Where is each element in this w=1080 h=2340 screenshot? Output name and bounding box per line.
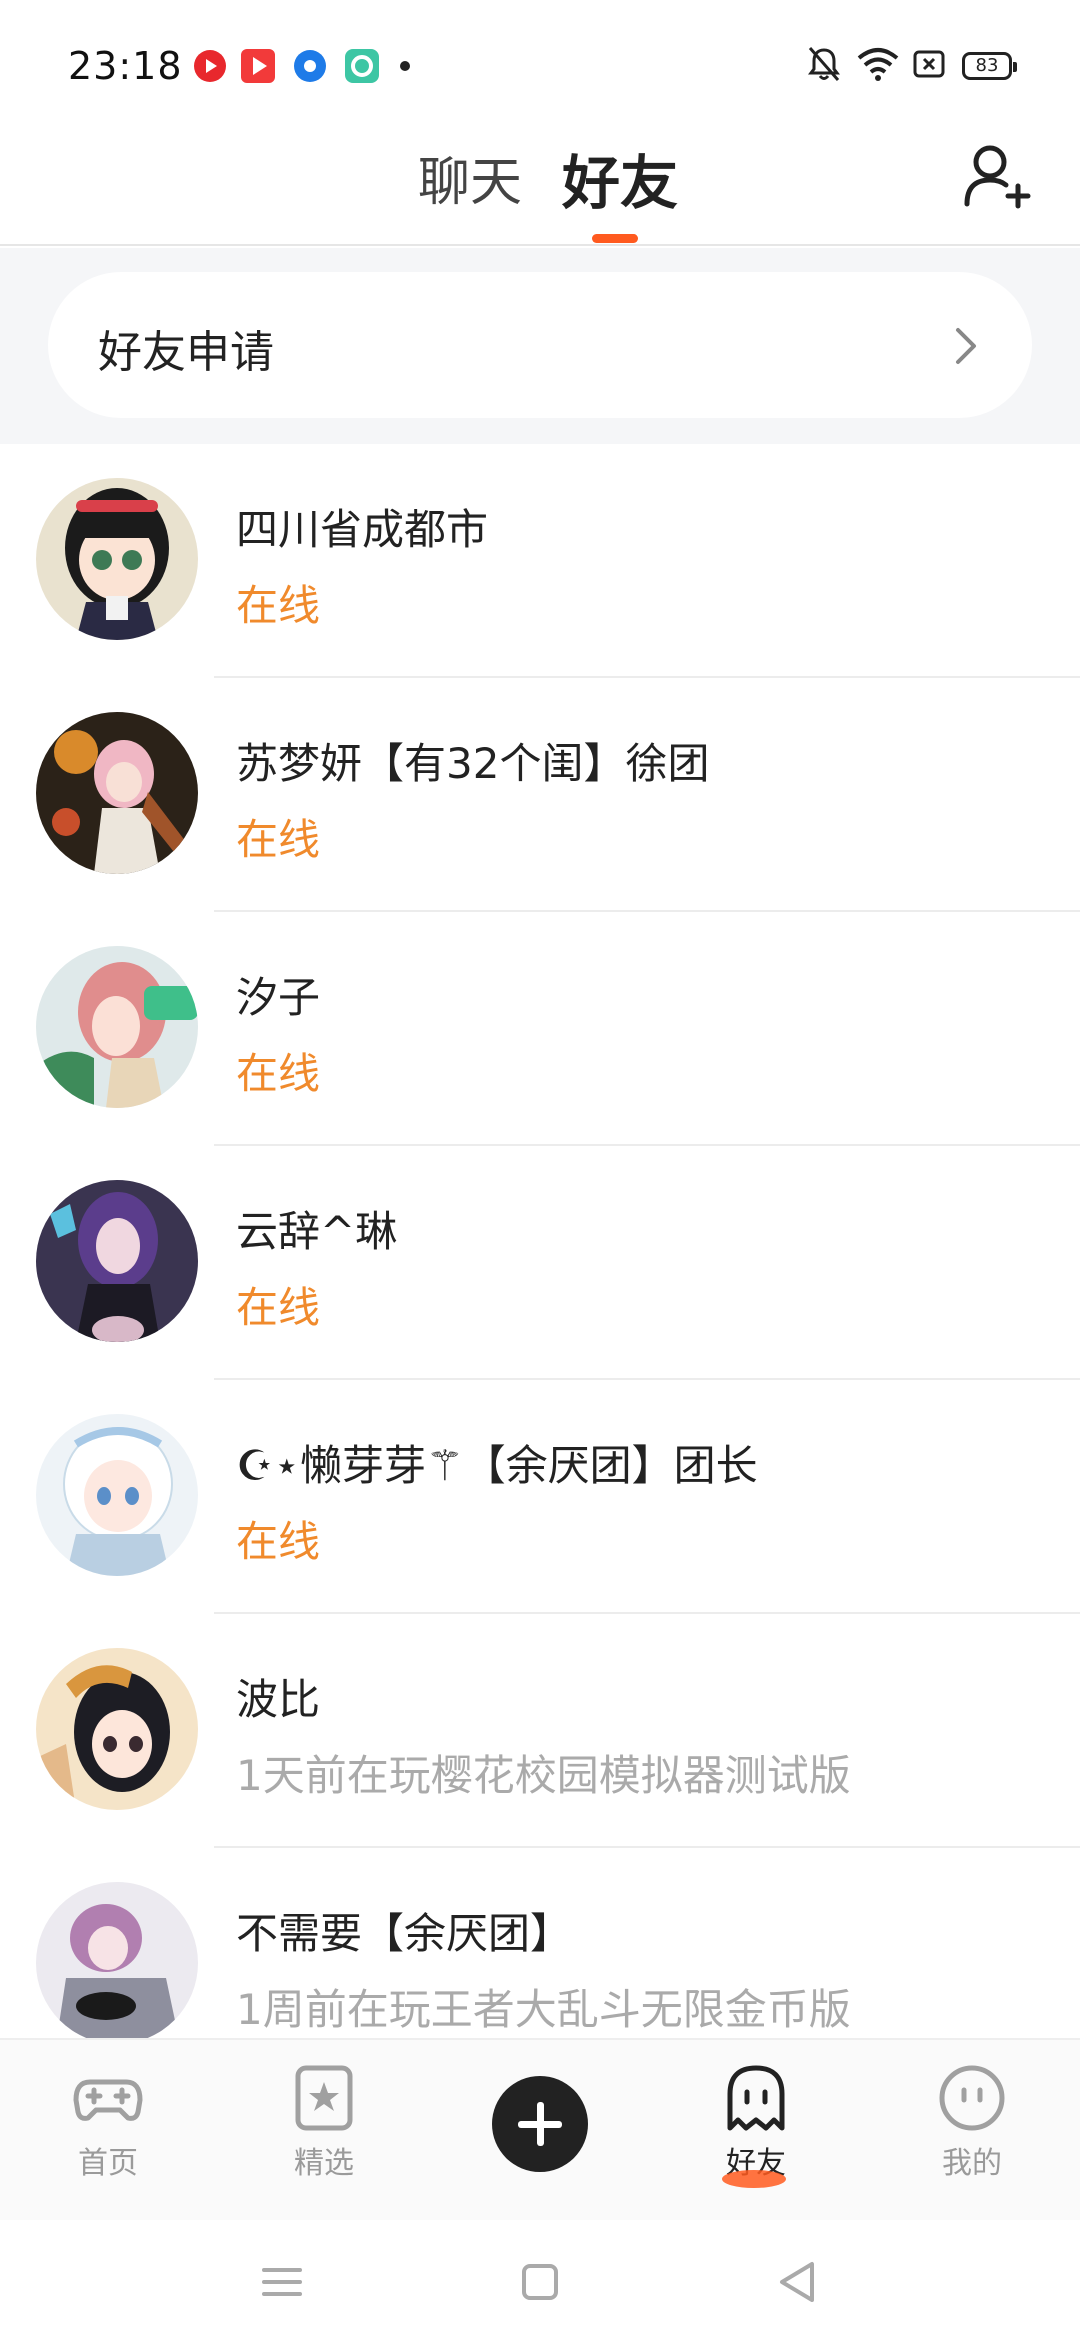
battery-icon: 83	[962, 52, 1017, 80]
red-app-icon	[192, 48, 228, 84]
friend-status: 1周前在玩王者大乱斗无限金币版	[236, 1985, 851, 2034]
nav-mine[interactable]: 我的	[902, 2062, 1042, 2182]
friend-row[interactable]: 云辞^琳 在线	[0, 1146, 1080, 1380]
add-friend-icon[interactable]	[962, 142, 1032, 212]
avatar[interactable]	[36, 478, 198, 640]
friend-row[interactable]: 苏梦妍【有32个闺】徐团 在线	[0, 678, 1080, 912]
bottom-nav: 首页 精选 好友 我的	[0, 2038, 1080, 2220]
blue-app-icon	[292, 48, 328, 84]
friend-name: ☪⋆懒芽芽⚚【余厌团】团长	[236, 1441, 758, 1490]
nav-friends[interactable]: 好友	[686, 2062, 826, 2182]
friend-name: 波比	[236, 1675, 321, 1724]
friend-request-label: 好友申请	[98, 327, 274, 378]
sim-icon	[913, 50, 945, 78]
avatar[interactable]	[36, 1180, 198, 1342]
create-plus-button[interactable]	[492, 2076, 588, 2172]
nav-featured-label: 精选	[294, 2146, 354, 2181]
nav-home-label: 首页	[78, 2146, 138, 2181]
ghost-icon	[727, 2065, 785, 2131]
friend-name: 不需要【余厌团】	[236, 1909, 573, 1958]
gamepad-icon	[73, 2079, 143, 2121]
friend-status: 在线	[236, 815, 321, 864]
nav-home[interactable]: 首页	[38, 2062, 178, 2182]
friend-row[interactable]: 波比 1天前在玩樱花校园模拟器测试版	[0, 1614, 1080, 1848]
friend-status: 在线	[236, 1283, 321, 1332]
friend-name: 四川省成都市	[236, 505, 489, 554]
more-notifications-dot	[400, 61, 410, 71]
avatar[interactable]	[36, 1882, 198, 2044]
avatar[interactable]	[36, 1648, 198, 1810]
video-app-icon	[240, 48, 276, 84]
friend-list: 四川省成都市 在线 苏梦妍【有32个闺】徐团 在线 汐子 在线 云辞^琳 在线 …	[0, 444, 1080, 2082]
home-icon[interactable]	[510, 2252, 570, 2312]
friend-request-button[interactable]: 好友申请	[48, 272, 1032, 418]
menu-icon[interactable]	[252, 2252, 312, 2312]
active-nav-indicator	[722, 2170, 786, 2188]
friend-name: 汐子	[236, 973, 321, 1022]
nav-featured[interactable]: 精选	[254, 2062, 394, 2182]
header: 聊天 好友	[0, 130, 1080, 246]
face-icon	[939, 2065, 1005, 2131]
friend-row[interactable]: 汐子 在线	[0, 912, 1080, 1146]
chevron-right-icon	[956, 328, 976, 364]
system-navigation-bar	[0, 2220, 1080, 2340]
friend-name: 苏梦妍【有32个闺】徐团	[236, 739, 710, 788]
tab-chat[interactable]: 聊天	[418, 140, 522, 215]
status-time: 23:18	[68, 44, 183, 88]
friend-row[interactable]: 四川省成都市 在线	[0, 444, 1080, 678]
back-icon[interactable]	[768, 2252, 828, 2312]
friend-status: 在线	[236, 1517, 321, 1566]
friend-request-section: 好友申请	[0, 248, 1080, 444]
status-bar: 23:18 83	[0, 0, 1080, 130]
mute-bell-icon	[808, 47, 840, 81]
avatar[interactable]	[36, 1414, 198, 1576]
tab-friends[interactable]: 好友	[562, 136, 678, 220]
friend-name: 云辞^琳	[236, 1207, 398, 1256]
friend-status: 在线	[236, 1049, 321, 1098]
avatar[interactable]	[36, 946, 198, 1108]
nav-mine-label: 我的	[942, 2146, 1002, 2181]
friend-status: 在线	[236, 581, 321, 630]
teal-app-icon	[344, 48, 380, 84]
active-tab-indicator	[592, 234, 638, 243]
friend-status: 1天前在玩樱花校园模拟器测试版	[236, 1751, 851, 1800]
wifi-icon	[857, 48, 899, 81]
friend-row[interactable]: ☪⋆懒芽芽⚚【余厌团】团长 在线	[0, 1380, 1080, 1614]
star-bookmark-icon	[295, 2065, 353, 2131]
avatar[interactable]	[36, 712, 198, 874]
